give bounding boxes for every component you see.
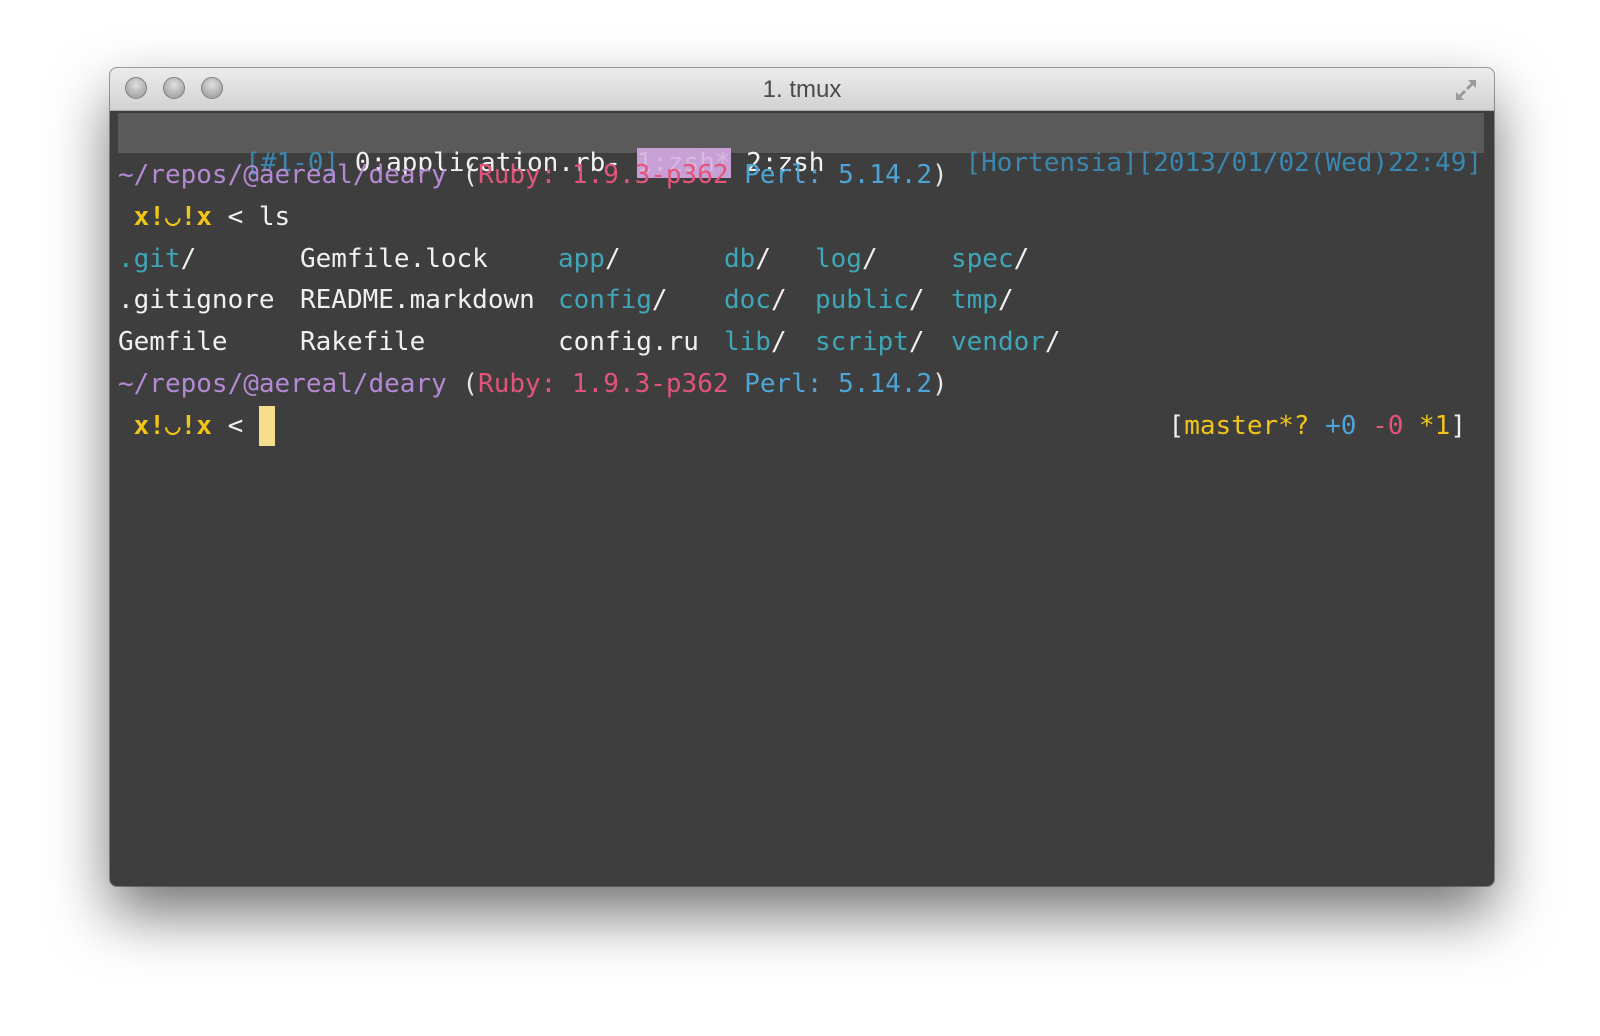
listing-dir: script (815, 327, 909, 357)
ruby-version: 1.9.3-p362 (571, 160, 729, 190)
ruby-label: Ruby: (478, 160, 557, 190)
title-bar[interactable]: 1. tmux (110, 68, 1494, 111)
terminal-content[interactable]: [#1-0] 0:application.rb- 1:zsh* 2:zsh [H… (118, 110, 1484, 886)
listing-file: Rakefile (300, 327, 426, 357)
listing-dir: public (815, 285, 909, 315)
git-added: +0 (1325, 411, 1357, 441)
listing-row: Gemfile Rakefile config.ru lib/ script/ … (118, 327, 1061, 357)
command-line: x!◡!x < ls (118, 197, 291, 237)
listing-row: .git/ Gemfile.lock app/ db/ log/ spec/ (118, 244, 1030, 274)
window-title: 1. tmux (762, 76, 842, 103)
git-deleted: -0 (1372, 411, 1404, 441)
git-modified: *1 (1419, 411, 1451, 441)
listing-dir: config (558, 285, 652, 315)
listing-dir: .git (118, 244, 181, 274)
active-command-line[interactable]: x!◡!x < [master*? +0 -0 *1] (118, 406, 1484, 446)
prompt-symbol: < (227, 411, 244, 441)
text-cursor[interactable] (258, 406, 275, 446)
listing-dir: lib (724, 327, 771, 357)
listing-dir: vendor (951, 327, 1045, 357)
git-status: [master*? +0 -0 *1] (1168, 411, 1466, 441)
listing-dir: tmp (951, 285, 998, 315)
listing-file: .gitignore (118, 285, 275, 315)
listing-row: .gitignore README.markdown config/ doc/ … (118, 285, 1014, 315)
listing-dir: app (558, 244, 605, 274)
listing-file: README.markdown (300, 285, 535, 315)
prompt-face: x!◡!x (133, 202, 212, 232)
listing-dir: db (724, 244, 756, 274)
cwd-path: ~/repos/@aereal/deary (118, 160, 447, 190)
terminal-window: 1. tmux [#1-0] 0:application.rb- 1:zsh* … (110, 68, 1494, 886)
prompt-info-line: ~/repos/@aereal/deary (Ruby: 1.9.3-p362 … (118, 369, 948, 399)
tmux-host-datetime: [Hortensia][2013/01/02(Wed)22:49] (965, 148, 1482, 178)
prompt-face: x!◡!x (133, 411, 212, 441)
prompt-info-line: ~/repos/@aereal/deary (Ruby: 1.9.3-p362 … (118, 160, 948, 190)
perl-label: Perl: (744, 369, 823, 399)
listing-dir: log (815, 244, 862, 274)
listing-dir: doc (724, 285, 771, 315)
listing-dir: spec (951, 244, 1014, 274)
cwd-path: ~/repos/@aereal/deary (118, 369, 447, 399)
listing-file: config.ru (558, 327, 699, 357)
typed-command: ls (258, 202, 291, 232)
tmux-status-bar: [#1-0] 0:application.rb- 1:zsh* 2:zsh [H… (118, 113, 1484, 178)
fullscreen-icon[interactable] (1452, 76, 1480, 104)
perl-version: 5.14.2 (838, 160, 933, 190)
listing-file: Gemfile (118, 327, 228, 357)
prompt-symbol: < (227, 202, 244, 232)
listing-file: Gemfile.lock (300, 244, 488, 274)
perl-version: 5.14.2 (838, 369, 933, 399)
git-branch: master*? (1184, 411, 1310, 441)
ruby-label: Ruby: (478, 369, 557, 399)
perl-label: Perl: (744, 160, 823, 190)
ruby-version: 1.9.3-p362 (571, 369, 729, 399)
